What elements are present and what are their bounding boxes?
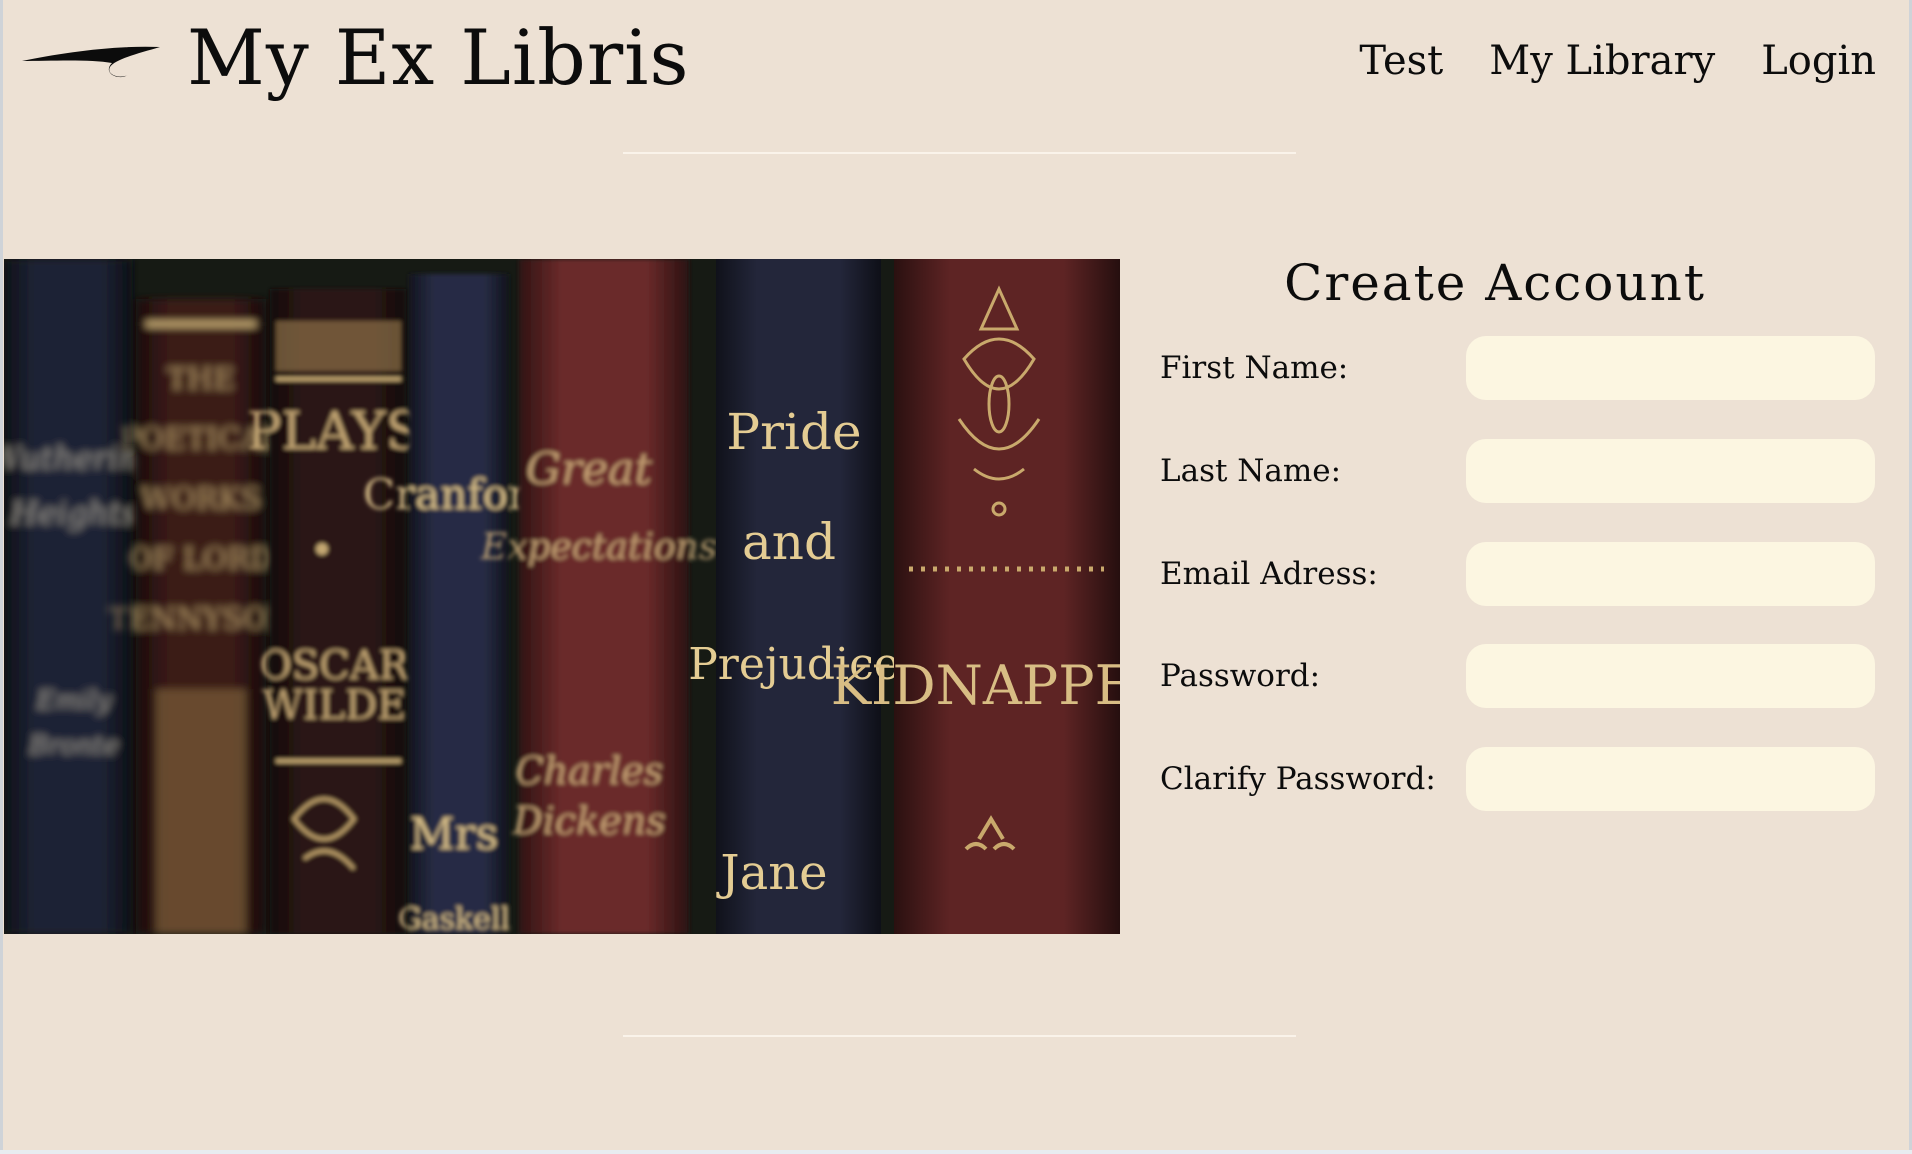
password-row: Password: xyxy=(1160,644,1875,708)
email-input[interactable] xyxy=(1466,542,1875,606)
password-input[interactable] xyxy=(1466,644,1875,708)
book-spine-6: Pride and Prejudice Jane xyxy=(688,259,900,934)
book-spines-image: Wuthering Heights Emily Bronte THE POETI… xyxy=(4,259,1120,934)
email-row: Email Adress: xyxy=(1160,542,1875,606)
brand-logo[interactable]: My Ex Libris xyxy=(20,8,689,108)
book-spine-2: THE POETICAL WORKS OF LORD TENNYSON xyxy=(108,299,294,934)
bottom-divider xyxy=(623,1035,1296,1037)
first-name-row: First Name: xyxy=(1160,336,1875,400)
svg-text:Emily: Emily xyxy=(36,686,112,716)
svg-text:Heights: Heights xyxy=(9,494,137,532)
svg-text:PLAYS: PLAYS xyxy=(247,402,422,462)
svg-text:Mrs: Mrs xyxy=(410,809,499,860)
form-title: Create Account xyxy=(1284,254,1706,312)
svg-text:Great: Great xyxy=(526,444,652,495)
svg-text:Expectations: Expectations xyxy=(480,527,717,568)
svg-text:WORKS: WORKS xyxy=(141,482,262,517)
window-edge-bottom xyxy=(0,1150,1912,1154)
svg-text:Jane: Jane xyxy=(715,845,827,901)
nav-link-login[interactable]: Login xyxy=(1761,38,1876,84)
book-spines-illustration: Wuthering Heights Emily Bronte THE POETI… xyxy=(4,259,1120,934)
svg-text:Charles: Charles xyxy=(515,749,664,793)
book-spine-3: PLAYS OSCAR WILDE xyxy=(247,289,422,934)
main-nav: Test My Library Login xyxy=(1359,38,1876,84)
svg-text:TENNYSON: TENNYSON xyxy=(108,602,294,637)
clarify-password-row: Clarify Password: xyxy=(1160,747,1875,811)
last-name-input[interactable] xyxy=(1466,439,1875,503)
svg-text:OF LORD: OF LORD xyxy=(128,542,274,577)
svg-text:and: and xyxy=(742,513,836,571)
clarify-password-label: Clarify Password: xyxy=(1160,761,1436,797)
top-divider xyxy=(623,152,1296,154)
svg-text:WILDE: WILDE xyxy=(262,683,407,729)
nav-link-my-library[interactable]: My Library xyxy=(1489,38,1715,84)
last-name-label: Last Name: xyxy=(1160,453,1342,489)
nav-link-test[interactable]: Test xyxy=(1359,38,1443,84)
clarify-password-input[interactable] xyxy=(1466,747,1875,811)
svg-text:THE: THE xyxy=(167,362,235,397)
quill-stroke-icon xyxy=(22,46,160,78)
svg-text:Pride: Pride xyxy=(726,403,861,461)
first-name-input[interactable] xyxy=(1466,336,1875,400)
svg-text:Bronte: Bronte xyxy=(28,731,119,761)
last-name-row: Last Name: xyxy=(1160,439,1875,503)
svg-text:Dickens: Dickens xyxy=(511,799,665,843)
first-name-label: First Name: xyxy=(1160,350,1349,386)
password-label: Password: xyxy=(1160,658,1321,694)
window-edge-left xyxy=(0,0,3,1154)
brand-name: My Ex Libris xyxy=(187,13,690,102)
email-label: Email Adress: xyxy=(1160,556,1378,592)
svg-text:KIDNAPPED: KIDNAPPED xyxy=(831,654,1120,717)
svg-text:Gaskell: Gaskell xyxy=(398,902,510,934)
